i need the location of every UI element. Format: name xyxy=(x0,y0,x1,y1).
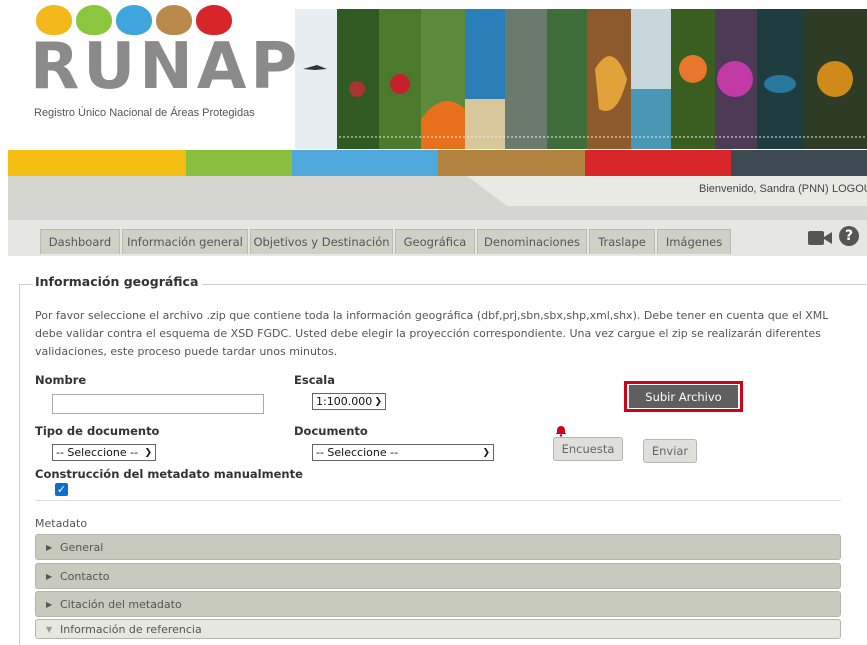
header: RUNAP Registro Único Nacional de Áreas P… xyxy=(0,0,867,150)
color-bar-brown xyxy=(438,150,585,176)
tab-informacion-general[interactable]: Información general xyxy=(122,229,248,254)
accordion-label: Citación del metadato xyxy=(60,597,182,611)
construccion-metadato-label: Construcción del metadato manualmente xyxy=(35,467,303,481)
construccion-metadato-checkbox[interactable]: ✓ xyxy=(55,483,68,496)
logout-link[interactable]: LOGOUT xyxy=(832,183,867,195)
color-bar-yellow xyxy=(8,150,186,176)
accordion-label: Contacto xyxy=(60,569,110,583)
logo-subtitle: Registro Único Nacional de Áreas Protegi… xyxy=(34,107,255,119)
color-bar-blue xyxy=(292,150,438,176)
caret-right-icon: ▶ xyxy=(46,599,53,609)
documento-value: -- Seleccione -- xyxy=(316,446,399,459)
tab-dashboard[interactable]: Dashboard xyxy=(40,229,120,254)
runap-logo[interactable]: RUNAP Registro Único Nacional de Áreas P… xyxy=(30,5,297,135)
color-bar-dark xyxy=(731,150,867,176)
caret-right-icon: ▶ xyxy=(46,571,53,581)
metadato-label: Metadato xyxy=(35,517,88,530)
banner-collage xyxy=(295,9,867,149)
tipo-documento-value: -- Seleccione -- xyxy=(56,446,139,459)
tipo-documento-label: Tipo de documento xyxy=(35,424,160,438)
color-bar-green xyxy=(186,150,292,176)
color-bar-red xyxy=(585,150,731,176)
accordion-informacion-referencia[interactable]: ▼ Información de referencia xyxy=(35,619,841,639)
accordion-contacto[interactable]: ▶ Contacto xyxy=(35,563,841,589)
tab-imagenes[interactable]: Imágenes xyxy=(657,229,731,254)
divider xyxy=(35,500,841,501)
chevron-down-icon: ❯ xyxy=(374,396,382,407)
accordion-label: General xyxy=(60,540,104,554)
caret-right-icon: ▶ xyxy=(46,542,53,552)
logo-wordmark: RUNAP xyxy=(30,30,302,104)
chevron-down-icon: ❯ xyxy=(482,447,490,458)
documento-select[interactable]: -- Seleccione -- ❯ xyxy=(312,444,494,461)
accordion-citacion-metadato[interactable]: ▶ Citación del metadato xyxy=(35,591,841,617)
escala-label: Escala xyxy=(294,373,335,387)
welcome-message: Bienvenido, Sandra (PNN) xyxy=(699,183,829,195)
section-intro: Por favor seleccione el archivo .zip que… xyxy=(35,309,829,358)
accordion-general[interactable]: ▶ General xyxy=(35,534,841,560)
caret-down-icon: ▼ xyxy=(46,624,53,634)
tipo-documento-select[interactable]: -- Seleccione -- ❯ xyxy=(52,444,156,461)
subir-archivo-button[interactable]: Subir Archivo xyxy=(629,385,738,408)
chevron-down-icon: ❯ xyxy=(144,447,152,458)
nombre-label: Nombre xyxy=(35,373,87,387)
header-banner-image xyxy=(295,9,867,149)
section-title: Información geográfica xyxy=(33,274,203,289)
tab-denominaciones[interactable]: Denominaciones xyxy=(477,229,587,254)
encuesta-button[interactable]: Encuesta xyxy=(553,437,623,461)
bell-icon xyxy=(556,426,566,437)
tab-geografica[interactable]: Geográfica xyxy=(395,229,475,254)
nombre-input[interactable] xyxy=(52,394,264,414)
escala-select[interactable]: 1:100.000 ❯ xyxy=(312,393,386,410)
help-icon[interactable]: ? xyxy=(839,226,859,246)
accordion-label: Información de referencia xyxy=(60,622,202,636)
tab-objetivos-destinacion[interactable]: Objetivos y Destinación xyxy=(250,229,393,254)
enviar-button[interactable]: Enviar xyxy=(643,439,697,463)
documento-label: Documento xyxy=(294,424,368,438)
escala-value: 1:100.000 xyxy=(316,395,373,408)
video-camera-icon[interactable] xyxy=(808,229,832,247)
tab-traslape[interactable]: Traslape xyxy=(589,229,655,254)
